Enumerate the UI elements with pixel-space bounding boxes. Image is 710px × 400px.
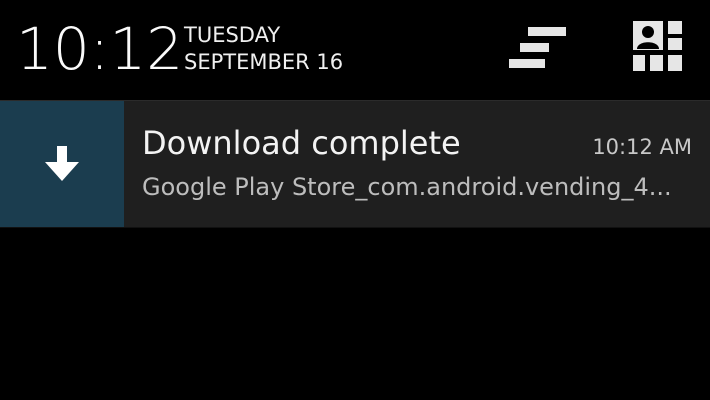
day-label: TUESDAY [184, 23, 281, 47]
notification-time: 10:12 AM [592, 135, 692, 159]
quick-settings-icon[interactable] [506, 26, 568, 74]
divider [0, 227, 710, 228]
download-notification[interactable]: Download complete 10:12 AM Google Play S… [0, 100, 710, 227]
notification-subtitle: Google Play Store_com.android.vending_4.… [142, 173, 672, 201]
download-arrow-icon [43, 144, 81, 184]
profile-grid-icon[interactable] [632, 20, 686, 74]
notification-icon-area [0, 101, 124, 227]
notification-title: Download complete [142, 124, 461, 162]
date-block: TUESDAY SEPTEMBER 16 [184, 22, 343, 76]
date-label: SEPTEMBER 16 [184, 50, 344, 74]
notification-shade-header: 10:12 TUESDAY SEPTEMBER 16 [0, 0, 710, 100]
clock-time: 10:12 [16, 15, 184, 83]
